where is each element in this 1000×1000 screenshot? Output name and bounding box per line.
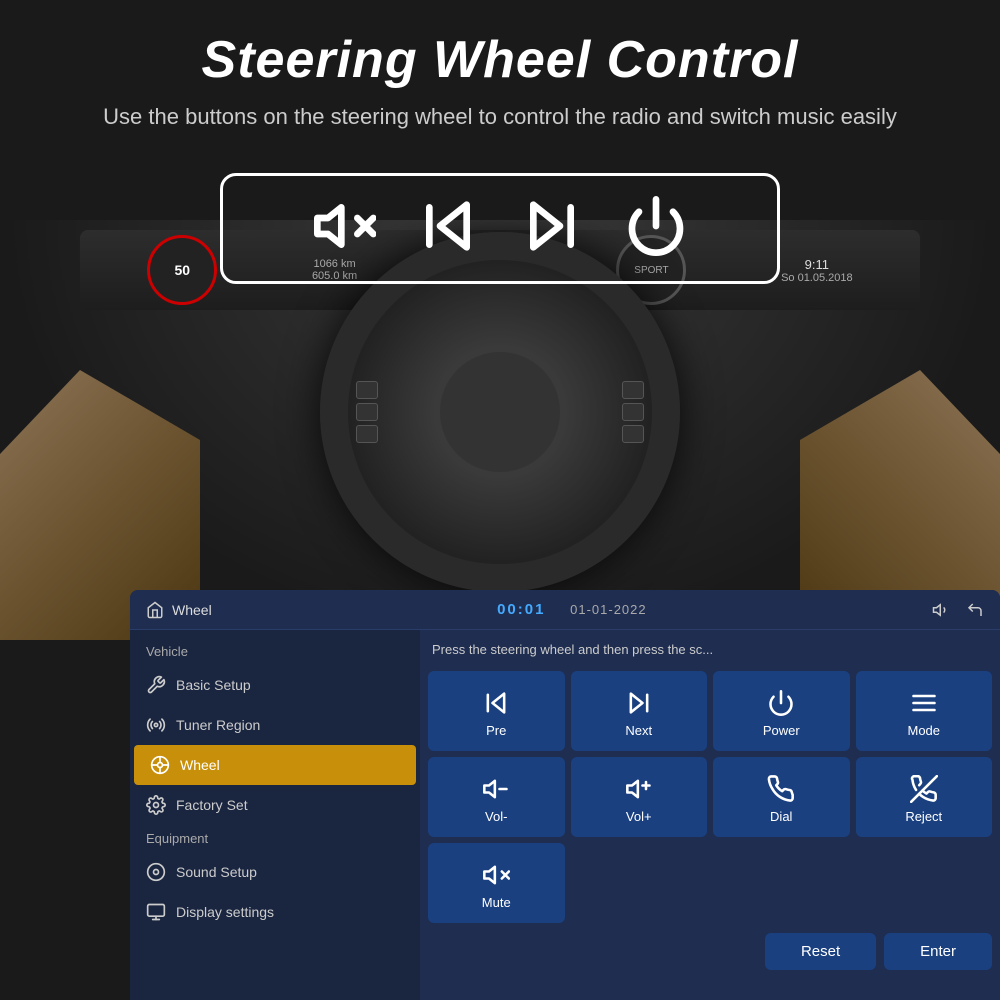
- wrench-icon: [146, 675, 166, 695]
- page-subtitle: Use the buttons on the steering wheel to…: [60, 102, 940, 133]
- power-icon: [624, 194, 688, 263]
- factory-set-label: Factory Set: [176, 797, 248, 813]
- menu-icon: [910, 689, 938, 717]
- dial-label: Dial: [770, 809, 792, 824]
- panel-header: Wheel 00:01 01-01-2022: [130, 590, 1000, 630]
- sidebar: Vehicle Basic Setup Tuner Region: [130, 630, 420, 1000]
- gear-icon: [146, 795, 166, 815]
- button-grid-row2: Vol- Vol+ Dial: [428, 757, 992, 837]
- back-icon[interactable]: [966, 601, 984, 619]
- reject-label: Reject: [905, 809, 942, 824]
- vol-minus-button[interactable]: Vol-: [428, 757, 565, 837]
- power-button[interactable]: Power: [713, 671, 850, 751]
- prompt-text: Press the steering wheel and then press …: [428, 638, 992, 665]
- vol-plus-label: Vol+: [626, 809, 652, 824]
- sidebar-item-basic-setup[interactable]: Basic Setup: [130, 665, 420, 705]
- panel-section-label: Wheel: [172, 602, 212, 618]
- wheel-label: Wheel: [180, 757, 220, 773]
- enter-button[interactable]: Enter: [884, 933, 992, 970]
- display-icon: [146, 902, 166, 922]
- basic-setup-label: Basic Setup: [176, 677, 251, 693]
- mute-icon: [312, 194, 376, 263]
- pre-button[interactable]: Pre: [428, 671, 565, 751]
- control-icons-row: [220, 173, 780, 284]
- power-btn-icon: [767, 689, 795, 717]
- sidebar-item-tuner-region[interactable]: Tuner Region: [130, 705, 420, 745]
- display-settings-label: Display settings: [176, 904, 274, 920]
- next-track-icon: [520, 194, 584, 263]
- reject-button[interactable]: Reject: [856, 757, 993, 837]
- power-label: Power: [763, 723, 800, 738]
- bottom-actions: Reset Enter: [428, 929, 992, 974]
- next-label: Next: [625, 723, 652, 738]
- sound-icon: [146, 862, 166, 882]
- button-grid-row1: Pre Next Power: [428, 671, 992, 751]
- reset-button[interactable]: Reset: [765, 933, 876, 970]
- mode-button[interactable]: Mode: [856, 671, 993, 751]
- next-button[interactable]: Next: [571, 671, 708, 751]
- dial-button[interactable]: Dial: [713, 757, 850, 837]
- sidebar-item-wheel[interactable]: Wheel: [134, 745, 416, 785]
- sidebar-item-factory-set[interactable]: Factory Set: [130, 785, 420, 825]
- mode-label: Mode: [907, 723, 940, 738]
- pre-label: Pre: [486, 723, 506, 738]
- volume-icon: [932, 601, 950, 619]
- phone-off-icon: [910, 775, 938, 803]
- mute-label: Mute: [482, 895, 511, 910]
- header-section: Steering Wheel Control Use the buttons o…: [0, 0, 1000, 153]
- mute-button[interactable]: Mute: [428, 843, 565, 923]
- skip-back-icon: [482, 689, 510, 717]
- panel-body: Vehicle Basic Setup Tuner Region: [130, 630, 1000, 1000]
- skip-forward-icon: [625, 689, 653, 717]
- vol-minus-icon: [482, 775, 510, 803]
- equipment-label: Equipment: [130, 825, 420, 852]
- radio-icon: [146, 715, 166, 735]
- content-area: Press the steering wheel and then press …: [420, 630, 1000, 1000]
- vol-minus-label: Vol-: [485, 809, 507, 824]
- home-icon: [146, 601, 164, 619]
- page-title: Steering Wheel Control: [60, 30, 940, 90]
- ui-panel: Wheel 00:01 01-01-2022 Vehicle: [130, 590, 1000, 1000]
- vol-plus-icon: [625, 775, 653, 803]
- prev-track-icon: [416, 194, 480, 263]
- phone-icon: [767, 775, 795, 803]
- panel-date: 01-01-2022: [570, 602, 647, 617]
- vehicle-label: Vehicle: [130, 638, 420, 665]
- sound-setup-label: Sound Setup: [176, 864, 257, 880]
- tuner-region-label: Tuner Region: [176, 717, 260, 733]
- wheel-icon: [150, 755, 170, 775]
- panel-time: 00:01: [497, 601, 545, 618]
- mute-btn-icon: [482, 861, 510, 889]
- sidebar-item-display-settings[interactable]: Display settings: [130, 892, 420, 932]
- sidebar-item-sound-setup[interactable]: Sound Setup: [130, 852, 420, 892]
- vol-plus-button[interactable]: Vol+: [571, 757, 708, 837]
